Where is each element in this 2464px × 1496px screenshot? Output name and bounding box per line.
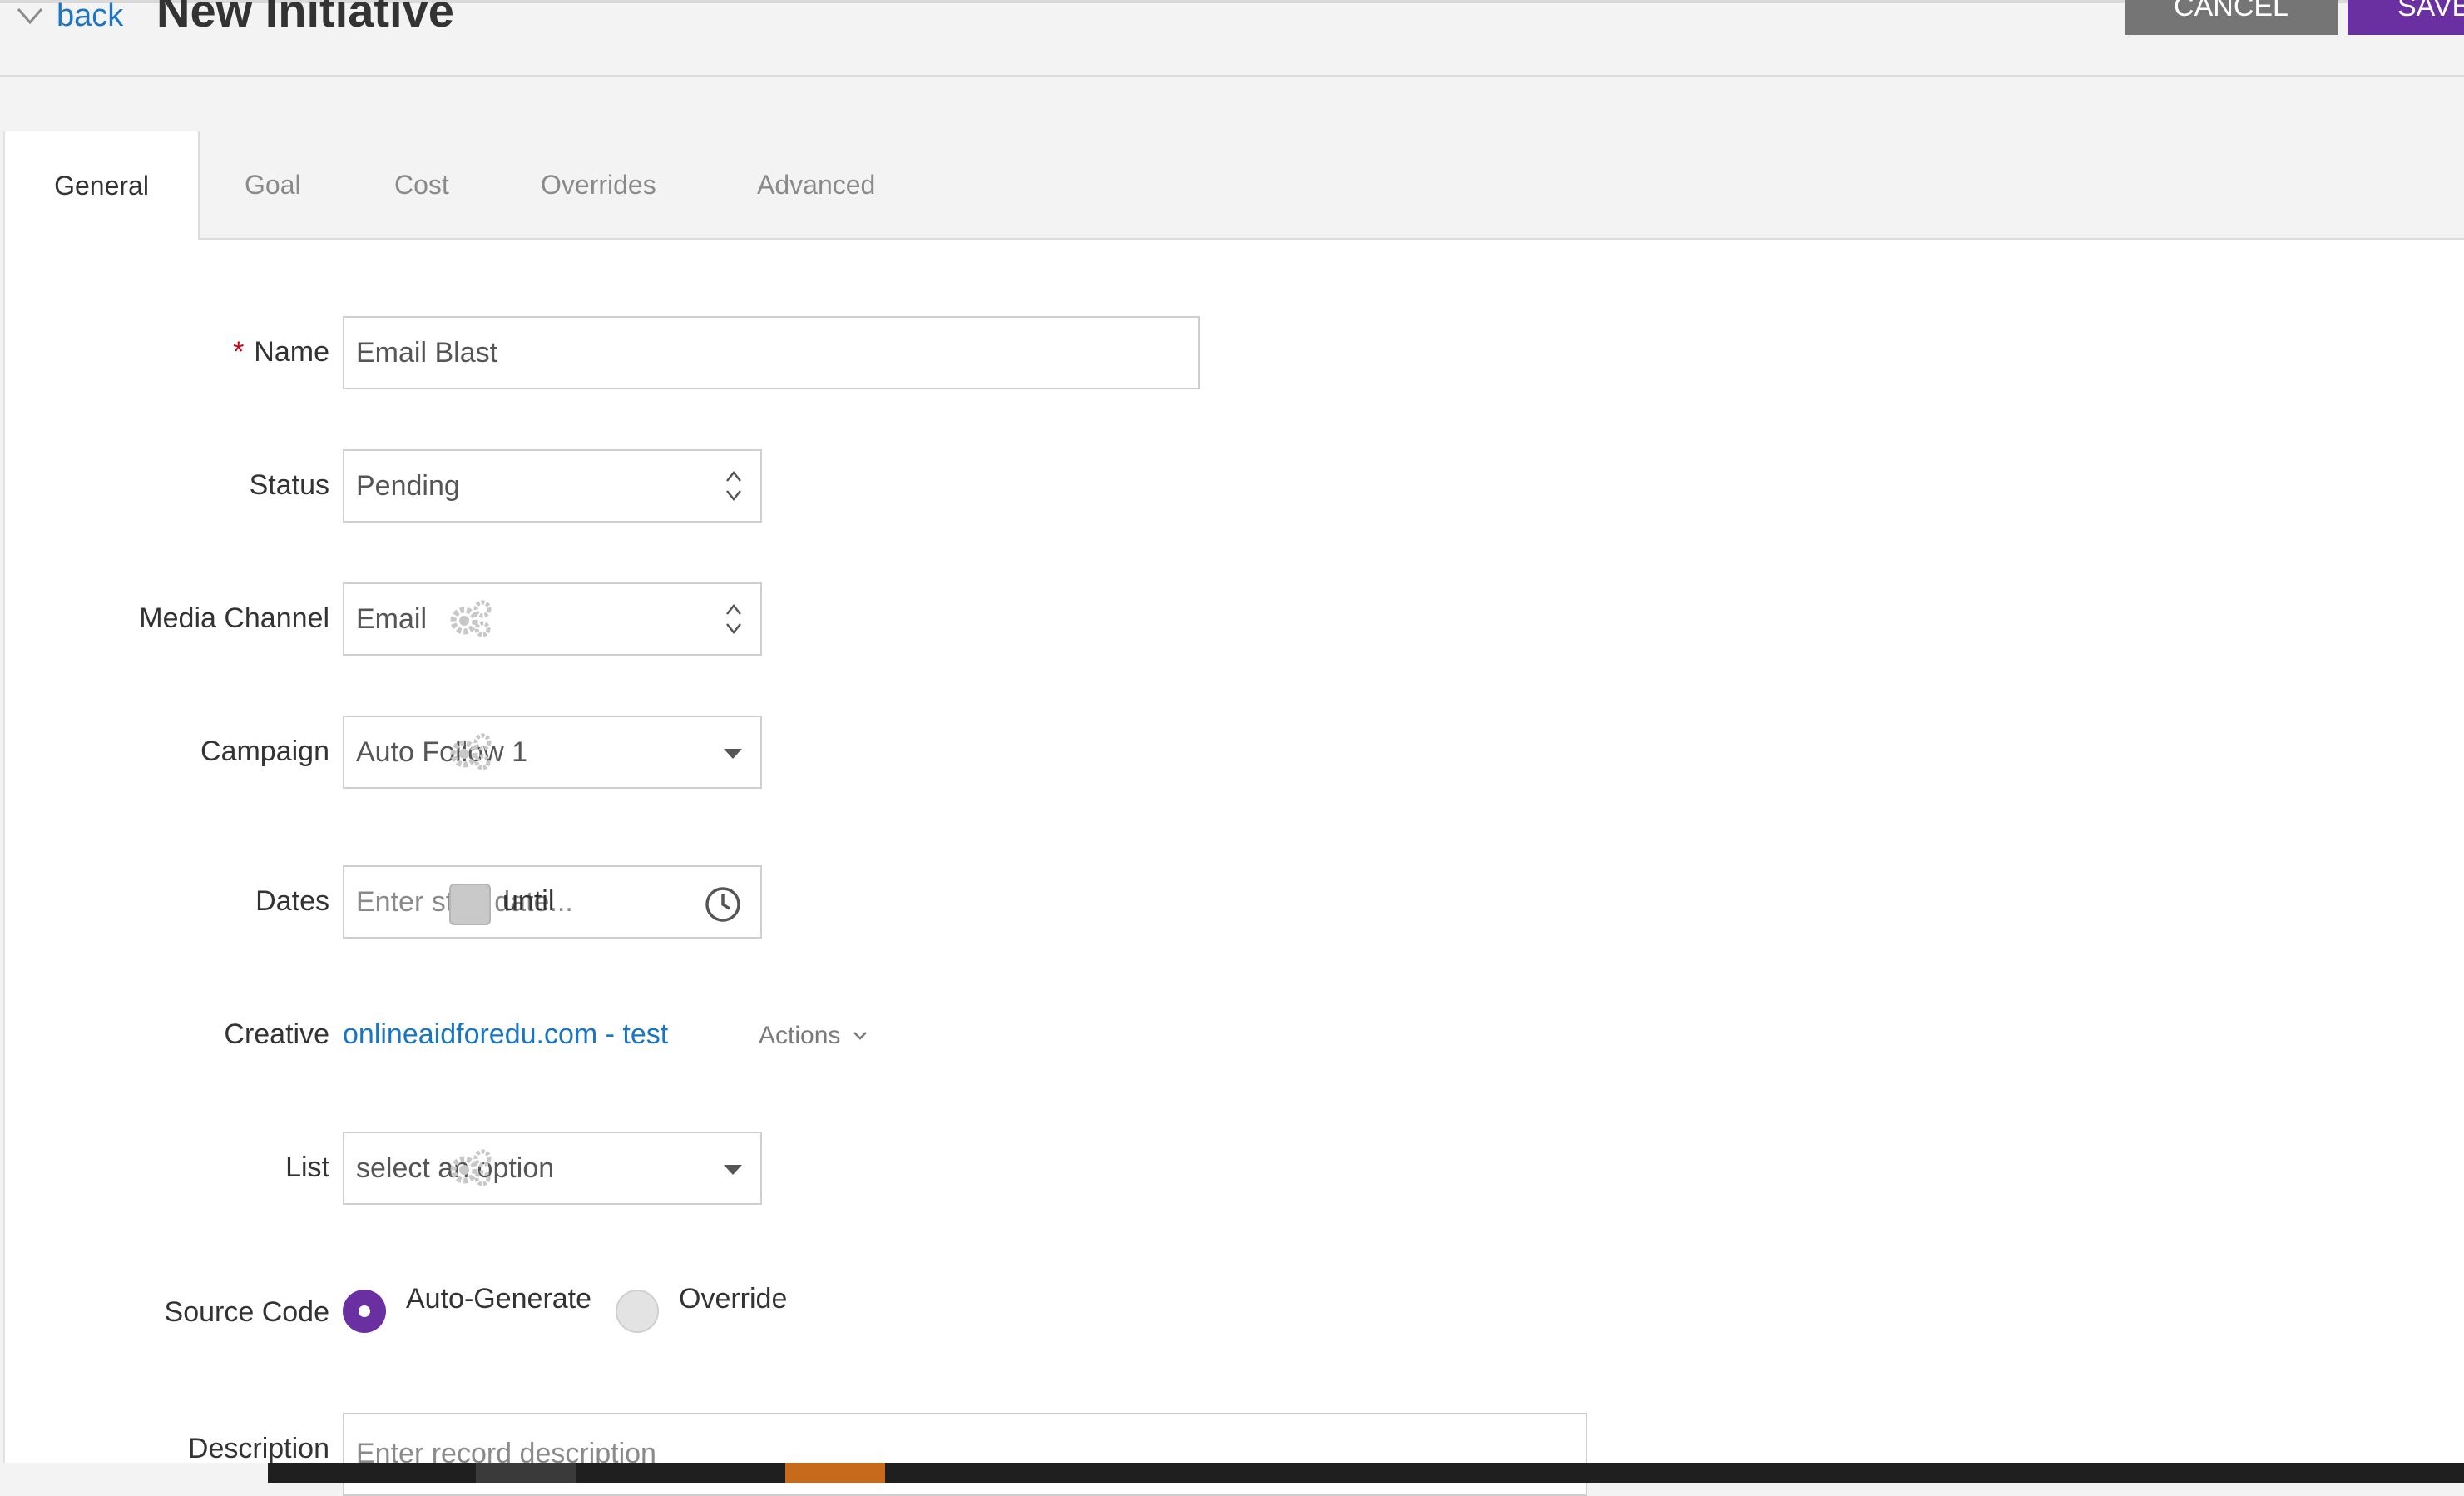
required-mark: * — [233, 336, 245, 368]
gear-icon[interactable] — [448, 732, 492, 770]
status-select[interactable]: Pending — [343, 449, 762, 523]
status-label: Status — [249, 469, 329, 501]
tab-bar: General Goal Cost Overrides Advanced — [5, 131, 2464, 240]
actions-dropdown[interactable]: Actions — [759, 1022, 868, 1050]
gear-icon[interactable] — [448, 1148, 492, 1186]
caret-down-icon — [724, 1165, 742, 1175]
page-title: New Initiative — [156, 0, 454, 37]
override-radio[interactable] — [616, 1290, 659, 1333]
list-select[interactable]: select an option — [343, 1132, 762, 1205]
top-bar: back New Initiative CANCEL SAVE — [0, 0, 2464, 77]
tab-general[interactable]: General — [5, 131, 200, 240]
description-label: Description — [187, 1433, 329, 1464]
cancel-button[interactable]: CANCEL — [2125, 0, 2338, 35]
taskbar-item[interactable] — [476, 1463, 576, 1483]
until-label: until — [502, 885, 555, 917]
name-label: * Name — [233, 336, 329, 369]
campaign-label: Campaign — [200, 736, 329, 767]
taskbar — [268, 1463, 2464, 1483]
header-divider — [0, 75, 2464, 77]
description-textarea[interactable]: Enter record description — [343, 1413, 1587, 1496]
media-channel-select[interactable]: Email — [343, 582, 762, 656]
creative-link[interactable]: onlineaidforedu.com - test — [343, 1018, 668, 1051]
override-label: Override — [679, 1283, 788, 1315]
spinner-icon — [726, 470, 741, 502]
name-label-text: Name — [254, 336, 329, 368]
clock-icon[interactable] — [704, 885, 742, 924]
campaign-select[interactable]: Auto Follow 1 — [343, 716, 762, 789]
tab-advanced[interactable]: Advanced — [757, 131, 875, 238]
tab-cost[interactable]: Cost — [394, 131, 449, 238]
tab-goal[interactable]: Goal — [245, 131, 301, 238]
form-panel: General Goal Cost Overrides Advanced * Na… — [3, 131, 2464, 1496]
auto-generate-label: Auto-Generate — [406, 1283, 592, 1315]
creative-label: Creative — [224, 1018, 329, 1050]
chevron-down-icon — [17, 7, 43, 24]
campaign-value: Auto Follow 1 — [356, 736, 527, 768]
list-label: List — [285, 1152, 329, 1183]
source-code-label: Source Code — [164, 1296, 329, 1328]
dates-label: Dates — [255, 885, 329, 917]
media-channel-value: Email — [356, 602, 428, 635]
spinner-icon — [726, 603, 741, 635]
auto-generate-radio[interactable] — [343, 1290, 386, 1333]
status-value: Pending — [356, 469, 460, 502]
chevron-down-icon — [853, 1032, 868, 1040]
media-channel-label: Media Channel — [139, 602, 329, 634]
tab-overrides[interactable]: Overrides — [541, 131, 656, 238]
caret-down-icon — [724, 749, 742, 759]
save-button[interactable]: SAVE — [2348, 0, 2464, 35]
taskbar-item-active[interactable] — [785, 1463, 885, 1483]
name-input[interactable]: Email Blast — [343, 316, 1200, 389]
actions-label: Actions — [759, 1022, 841, 1049]
back-link[interactable]: back — [15, 0, 123, 34]
until-checkbox[interactable] — [449, 884, 491, 925]
back-label: back — [57, 0, 124, 33]
gear-icon[interactable] — [448, 599, 492, 637]
